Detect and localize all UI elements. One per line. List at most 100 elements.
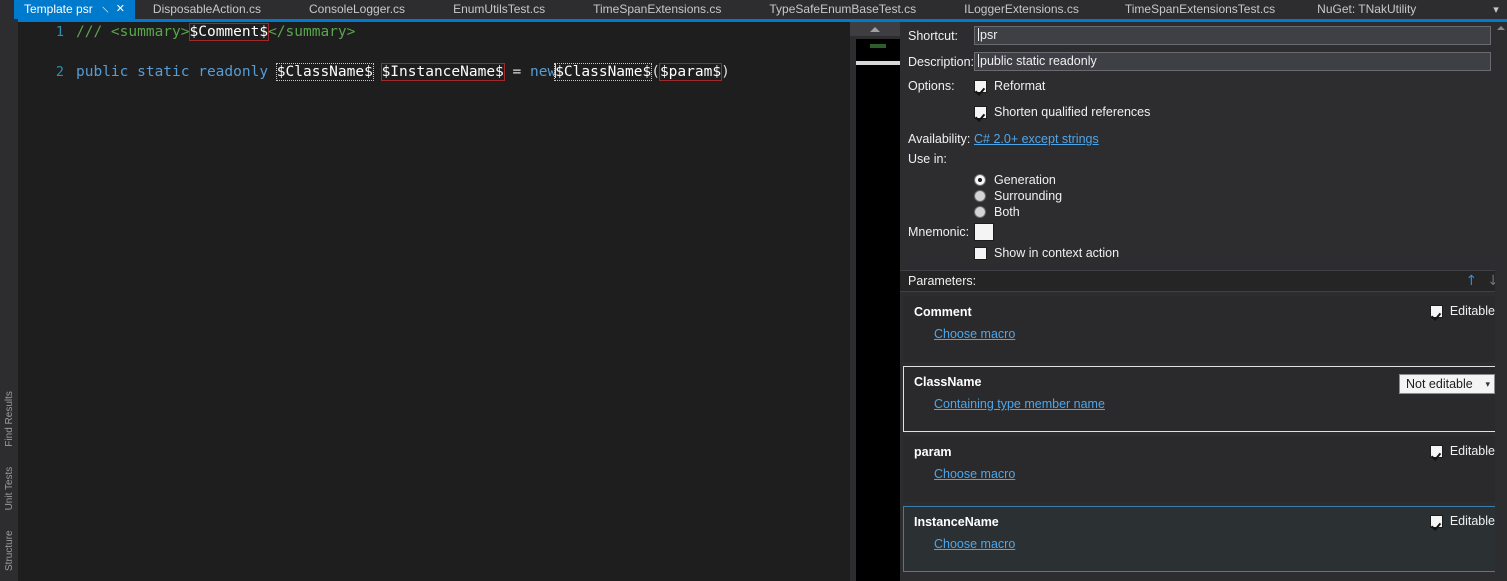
template-field-classname-2[interactable]: $ClassName$ <box>554 63 652 81</box>
minimap-canvas[interactable] <box>856 39 900 581</box>
radio-wrap-both[interactable]: Both <box>974 205 1020 219</box>
editability-dropdown-value: Not editable <box>1406 375 1473 393</box>
tab-enumutilstest[interactable]: EnumUtilsTest.cs <box>429 0 569 19</box>
editor-minimap[interactable] <box>850 22 900 581</box>
tab-actions: ⏤ ✕ <box>101 4 125 15</box>
tab-template-psr[interactable]: Template psr ⏤ ✕ <box>14 0 135 19</box>
use-in-option-generation[interactable]: Generation <box>974 173 1056 187</box>
option-shorten-qualified-references[interactable]: Shorten qualified references <box>974 105 1150 119</box>
parameter-editability-dropdown-wrap[interactable]: Not editable ▾ <box>1399 374 1495 394</box>
tab-consolelogger[interactable]: ConsoleLogger.cs <box>285 0 429 19</box>
show-in-context-action-row[interactable]: Show in context action <box>974 246 1119 260</box>
radio-icon[interactable] <box>974 190 986 202</box>
radio-wrap-surrounding[interactable]: Surrounding <box>974 189 1062 203</box>
use-in-row: Use in: <box>900 152 974 166</box>
parameter-macro-link[interactable]: Choose macro <box>934 327 1015 341</box>
left-strip-item-find-results[interactable]: Find Results <box>4 381 15 457</box>
parameter-macro-link[interactable]: Choose macro <box>934 467 1015 481</box>
parameter-card-param[interactable]: param Choose macro Editable <box>903 436 1504 502</box>
availability-row: Availability: C# 2.0+ except strings <box>900 132 1099 146</box>
parameter-card-comment[interactable]: Comment Choose macro Editable <box>903 296 1504 362</box>
minimap-code-preview <box>870 44 886 48</box>
template-field-classname[interactable]: $ClassName$ <box>276 63 374 81</box>
tab-overflow-button[interactable]: ▾ <box>1485 0 1507 19</box>
input-caret <box>978 28 979 41</box>
tab-typesafeenumbasetest[interactable]: TypeSafeEnumBaseTest.cs <box>745 0 940 19</box>
parameter-name: Comment <box>914 305 972 319</box>
left-tool-strip-labels: Structure Unit Tests Find Results <box>0 19 18 581</box>
code-line-2: 2 public static readonly $ClassName$ $In… <box>18 62 850 82</box>
summary-close-tag: </summary> <box>268 24 355 40</box>
triangle-up-icon <box>1497 26 1505 30</box>
mnemonic-input[interactable] <box>974 223 994 241</box>
description-input[interactable]: public static readonly <box>974 52 1491 71</box>
tab-timespanextensions[interactable]: TimeSpanExtensions.cs <box>569 0 745 19</box>
radio-icon[interactable] <box>974 206 986 218</box>
keyword-modifiers: public static readonly <box>76 64 277 80</box>
checkbox-icon[interactable] <box>974 247 987 260</box>
checkbox-icon[interactable] <box>1430 515 1443 528</box>
parameter-editable-control[interactable]: Editable <box>1430 444 1495 458</box>
parameter-macro-link[interactable]: Containing type member name <box>934 397 1105 411</box>
parameter-editable-control[interactable]: Editable <box>1430 514 1495 528</box>
arrow-up-icon[interactable]: ↑ <box>1466 274 1478 288</box>
minimap-scroll-up-button[interactable] <box>850 22 900 36</box>
availability-link[interactable]: C# 2.0+ except strings <box>974 132 1099 146</box>
template-field-param[interactable]: $param$ <box>659 63 722 81</box>
checkbox-icon[interactable] <box>974 106 987 119</box>
parameter-editable-control[interactable]: Editable <box>1430 304 1495 318</box>
line-number: 1 <box>18 22 64 42</box>
tabbar-left-padding <box>0 0 14 19</box>
close-icon[interactable]: ✕ <box>116 4 125 15</box>
option-reformat[interactable]: Reformat <box>974 79 1045 93</box>
parameter-macro-link[interactable]: Choose macro <box>934 537 1015 551</box>
panel-scroll-up-button[interactable] <box>1496 22 1506 34</box>
template-field-instancename[interactable]: $InstanceName$ <box>381 63 505 81</box>
use-in-label: Use in: <box>900 152 974 166</box>
use-in-option-both[interactable]: Both <box>974 205 1020 219</box>
xml-doc-slashes: /// <box>76 24 111 40</box>
tab-iloggerextensions[interactable]: ILoggerExtensions.cs <box>940 0 1103 19</box>
shortcut-input[interactable]: psr <box>974 26 1491 45</box>
tab-label: ConsoleLogger.cs <box>309 0 405 19</box>
parameters-header: Parameters: ↑ ↓ <box>900 270 1507 292</box>
checkbox-icon[interactable] <box>1430 305 1443 318</box>
use-in-option-surrounding[interactable]: Surrounding <box>974 189 1062 203</box>
show-in-context-action-checkbox-wrap[interactable]: Show in context action <box>974 246 1119 260</box>
shortcut-value: psr <box>980 28 997 42</box>
checkbox-icon[interactable] <box>1430 445 1443 458</box>
code-editor[interactable]: 1 /// <summary>$Comment$</summary> 2 pub… <box>18 22 850 581</box>
triangle-up-icon <box>870 27 880 32</box>
tab-disposableaction[interactable]: DisposableAction.cs <box>135 0 285 19</box>
parameter-name: ClassName <box>914 375 981 389</box>
parameter-name: InstanceName <box>914 515 999 529</box>
editable-label: Editable <box>1450 514 1495 528</box>
editor-tab-bar: Template psr ⏤ ✕ DisposableAction.cs Con… <box>0 0 1507 19</box>
code-line-1: 1 /// <summary>$Comment$</summary> <box>18 22 850 42</box>
shortcut-label: Shortcut: <box>900 29 974 43</box>
radio-wrap-generation[interactable]: Generation <box>974 173 1056 187</box>
tab-timespanextensionstest[interactable]: TimeSpanExtensionsTest.cs <box>1103 0 1297 19</box>
equals-operator: = <box>504 64 530 80</box>
tab-label: EnumUtilsTest.cs <box>453 0 545 19</box>
pin-icon[interactable]: ⏤ <box>98 3 111 16</box>
left-strip-item-unit-tests[interactable]: Unit Tests <box>4 457 15 521</box>
parameter-card-classname[interactable]: ClassName Containing type member name No… <box>903 366 1504 432</box>
checkbox-icon[interactable] <box>974 80 987 93</box>
mnemonic-row: Mnemonic: <box>900 223 994 241</box>
parameter-card-instancename[interactable]: InstanceName Choose macro Editable <box>903 506 1504 572</box>
use-in-surrounding-label: Surrounding <box>994 189 1062 203</box>
radio-icon[interactable] <box>974 174 986 186</box>
panel-scrollbar[interactable] <box>1495 22 1507 581</box>
template-field-comment[interactable]: $Comment$ <box>189 23 270 41</box>
editability-dropdown[interactable]: Not editable ▾ <box>1399 374 1495 394</box>
tab-nuget-tnakutility[interactable]: NuGet: TNakUtility <box>1297 0 1436 19</box>
description-row: Description: public static readonly <box>900 52 1499 71</box>
tab-label: TimeSpanExtensionsTest.cs <box>1125 0 1275 19</box>
left-strip-item-structure[interactable]: Structure <box>4 520 15 581</box>
chevron-down-icon: ▾ <box>1485 375 1490 393</box>
options-row: Options: Reformat <box>900 79 1045 93</box>
code-line-2-content: public static readonly $ClassName$ $Inst… <box>76 62 730 82</box>
minimap-viewport-indicator[interactable] <box>856 61 900 65</box>
option-shorten-label: Shorten qualified references <box>994 105 1150 119</box>
